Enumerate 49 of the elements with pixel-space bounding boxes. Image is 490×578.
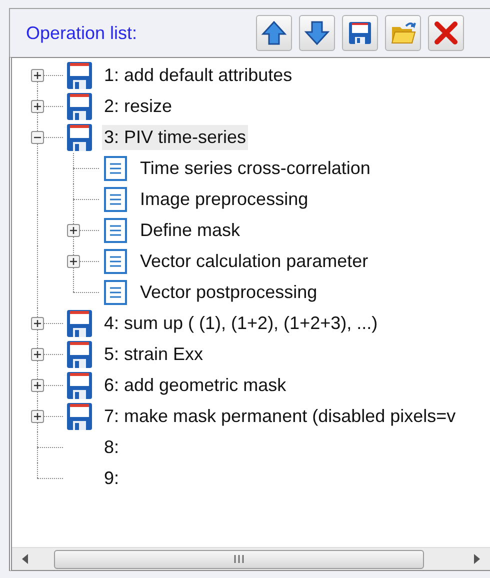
- tree-item[interactable]: Vector postprocessing: [138, 280, 320, 305]
- move-up-button[interactable]: [256, 15, 292, 51]
- tree-item[interactable]: 2: resize: [102, 94, 174, 119]
- tree-item[interactable]: 4: sum up ( (1), (1+2), (1+2+3), ...): [102, 311, 380, 336]
- tree-item[interactable]: 5: strain Exx: [102, 342, 206, 367]
- tree-item[interactable]: Time series cross-correlation: [138, 156, 372, 181]
- tree-item[interactable]: Vector calculation parameter: [138, 249, 370, 274]
- save-button[interactable]: [342, 15, 378, 51]
- tree-item[interactable]: 8:: [102, 435, 122, 460]
- tree-item[interactable]: 6: add geometric mask: [102, 373, 288, 398]
- down-arrow-icon: [304, 20, 330, 46]
- plus-icon: [33, 71, 42, 80]
- tree-item[interactable]: 7: make mask permanent (disabled pixels=v: [102, 404, 458, 429]
- tree-item[interactable]: 3: PIV time-series: [102, 125, 248, 150]
- tree-item[interactable]: Image preprocessing: [138, 187, 310, 212]
- panel-title: Operation list:: [26, 22, 138, 44]
- expand-toggle[interactable]: [31, 410, 44, 423]
- horizontal-scrollbar[interactable]: [12, 547, 490, 570]
- tree-item[interactable]: Define mask: [138, 218, 242, 243]
- plus-icon: [33, 319, 42, 328]
- up-arrow-icon: [261, 20, 287, 46]
- expand-toggle[interactable]: [67, 255, 80, 268]
- expand-toggle[interactable]: [31, 69, 44, 82]
- plus-icon: [33, 381, 42, 390]
- delete-button[interactable]: [428, 15, 464, 51]
- open-button[interactable]: [385, 15, 421, 51]
- move-down-button[interactable]: [299, 15, 335, 51]
- plus-icon: [33, 102, 42, 111]
- document-icon: [104, 280, 127, 305]
- expand-toggle[interactable]: [67, 224, 80, 237]
- tree-item[interactable]: 9:: [102, 466, 122, 491]
- plus-icon: [33, 350, 42, 359]
- expand-toggle[interactable]: [31, 348, 44, 361]
- expand-toggle[interactable]: [31, 100, 44, 113]
- collapse-toggle[interactable]: [31, 131, 44, 144]
- scroll-thumb[interactable]: [54, 550, 424, 568]
- tree-item[interactable]: 1: add default attributes: [102, 63, 294, 88]
- document-icon: [104, 187, 127, 212]
- folder-icon: [390, 20, 416, 46]
- plus-icon: [33, 412, 42, 421]
- expand-toggle[interactable]: [31, 379, 44, 392]
- plus-icon: [69, 257, 78, 266]
- plus-icon: [69, 226, 78, 235]
- document-icon: [104, 249, 127, 274]
- close-icon: [433, 20, 459, 46]
- expand-toggle[interactable]: [31, 317, 44, 330]
- document-icon: [104, 218, 127, 243]
- document-icon: [104, 156, 127, 181]
- grip-icon: [233, 554, 245, 564]
